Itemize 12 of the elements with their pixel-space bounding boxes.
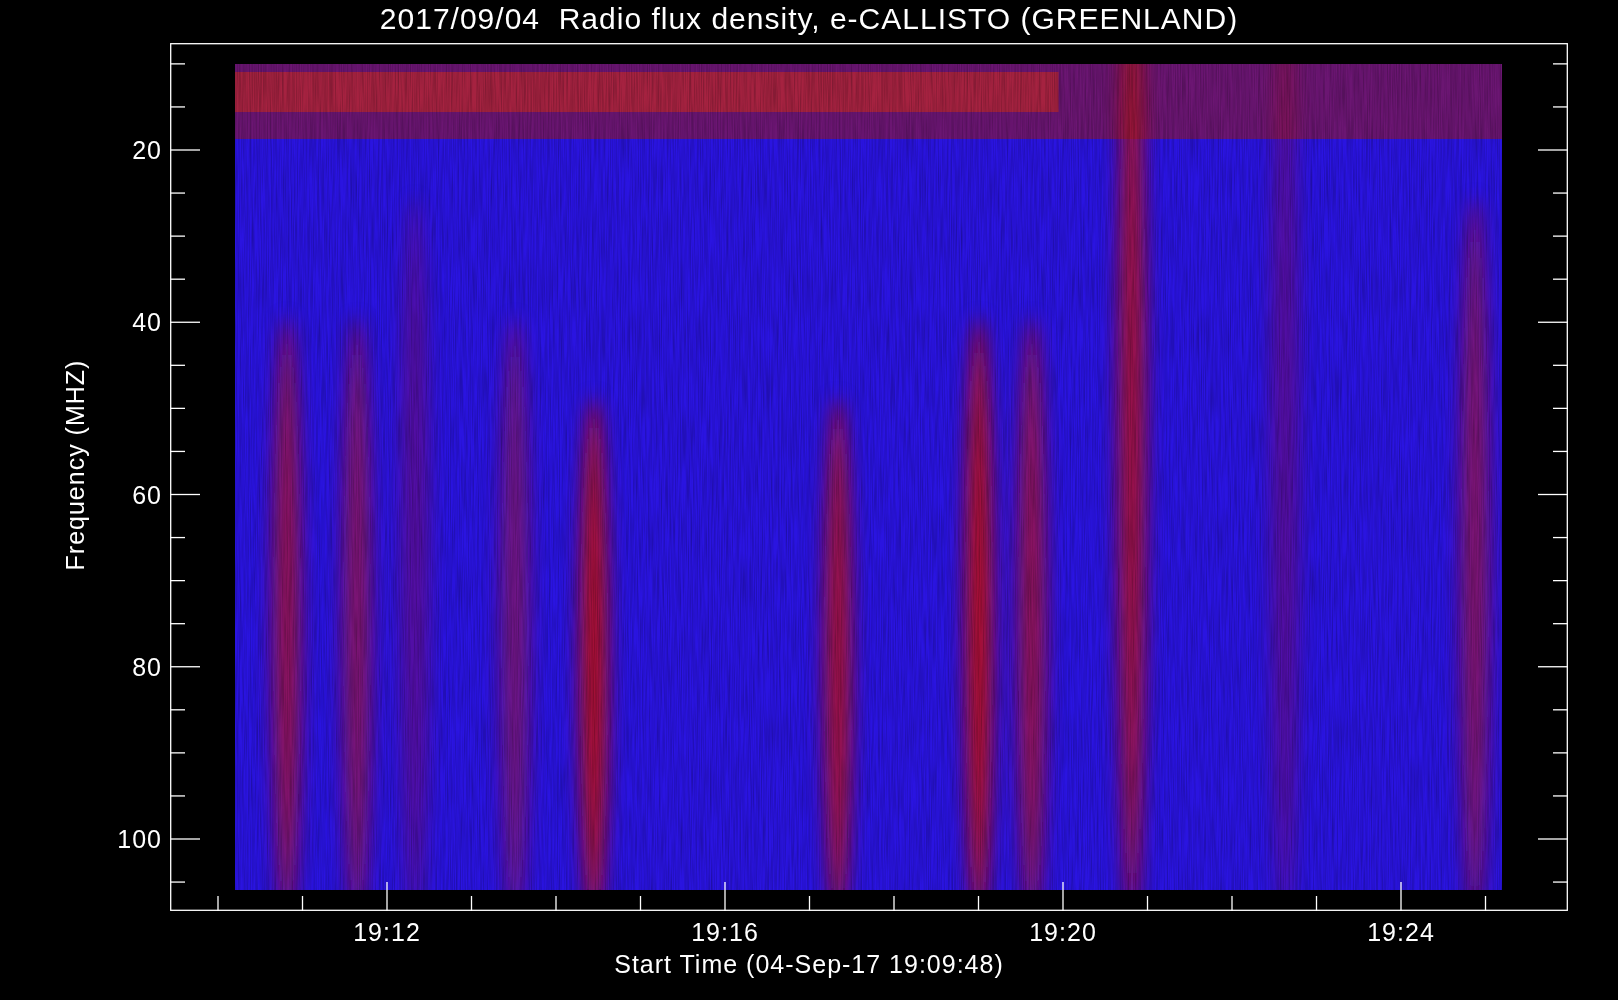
x-tick-label: 19:24	[1366, 917, 1436, 947]
chart-title: 2017/09/04 Radio flux density, e-CALLISTO (GREENLAND)	[378, 2, 1240, 36]
x-tick-label: 19:16	[690, 917, 760, 947]
y-tick-label: 40	[132, 307, 162, 338]
y-tick-label: 60	[132, 479, 162, 510]
x-axis-label: Start Time (04-Sep-17 19:09:48)	[613, 950, 1005, 979]
y-axis-label: Frequency (MHZ)	[60, 359, 90, 571]
y-tick-label: 20	[132, 135, 162, 165]
x-tick-label: 19:12	[352, 917, 422, 947]
y-tick-label: 80	[132, 651, 162, 682]
y-tick-label: 100	[117, 824, 162, 854]
x-tick-label: 19:20	[1028, 917, 1098, 947]
